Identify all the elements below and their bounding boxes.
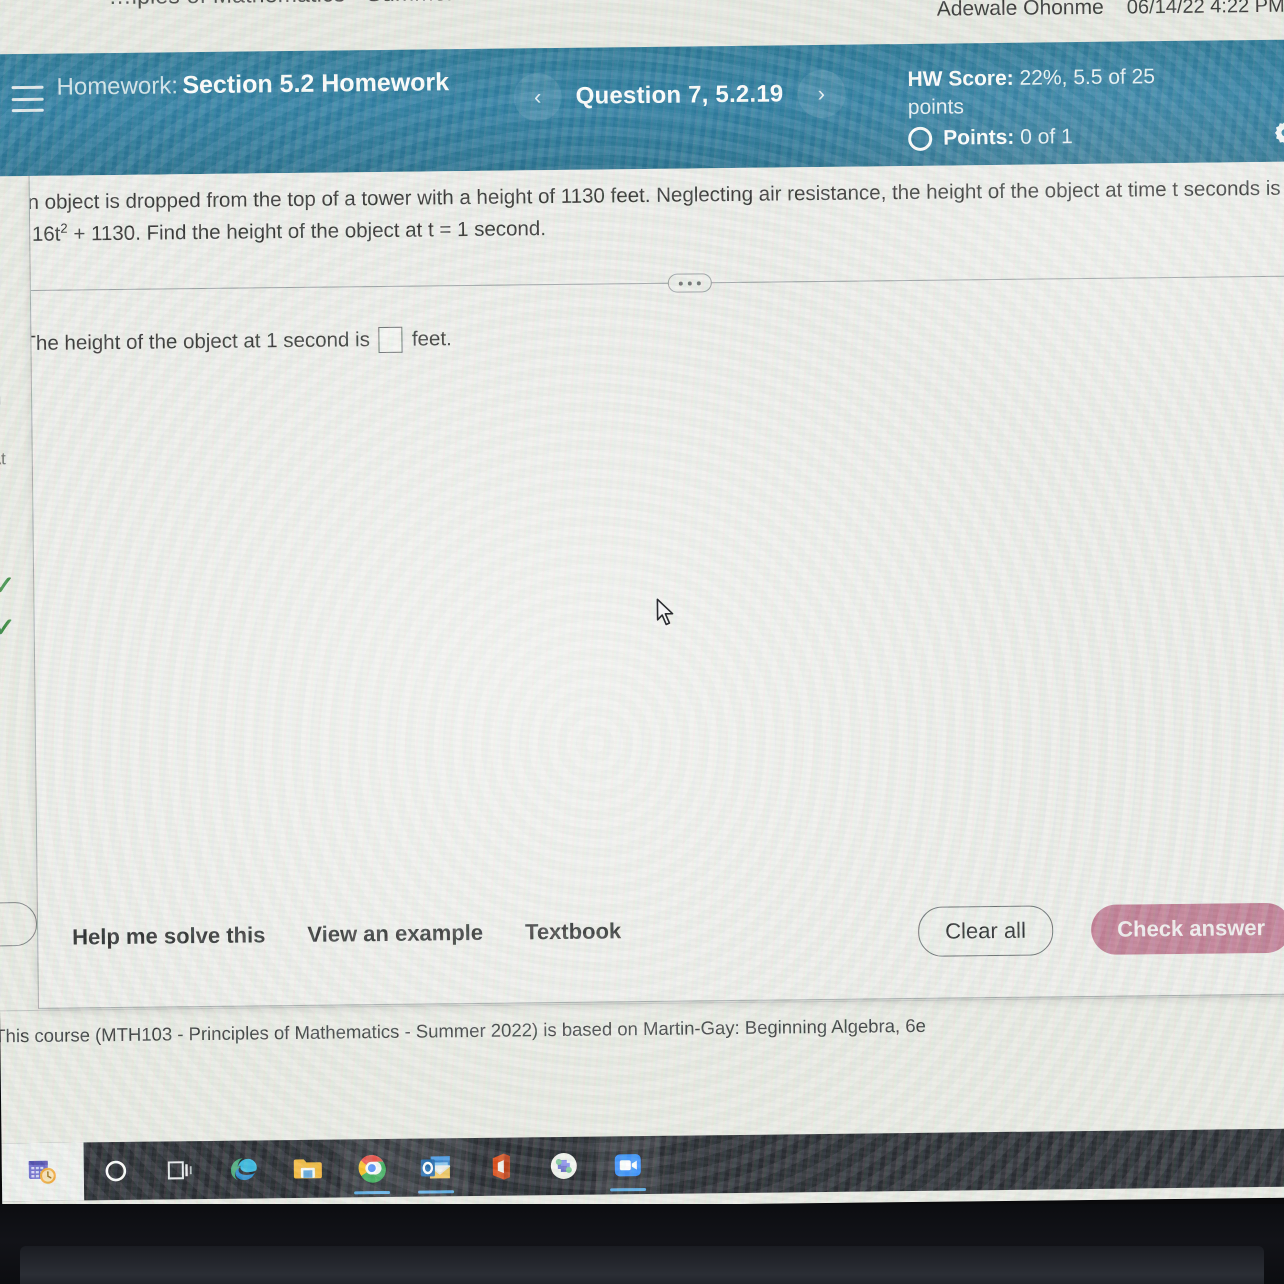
- teams-icon[interactable]: [531, 1137, 596, 1196]
- gear-icon[interactable]: [1272, 120, 1284, 146]
- course-title: …iples of Mathematics - Summer 2022: [108, 0, 513, 10]
- next-question-button[interactable]: ›: [797, 69, 846, 119]
- answer-input[interactable]: [378, 326, 404, 353]
- textbook-button[interactable]: Textbook: [523, 914, 624, 949]
- check-mark-icon: ✓: [0, 570, 16, 601]
- homework-header-bar: Homework: Section 5.2 Homework ‹ Questio…: [0, 39, 1284, 224]
- check-mark-icon: ✓: [0, 612, 16, 643]
- homework-label: Homework:: [56, 72, 179, 101]
- keyboard: [20, 1246, 1264, 1284]
- datetime-stamp: 06/14/22 4:22 PM: [1126, 0, 1284, 19]
- hw-score-label: HW Score:: [907, 66, 1014, 91]
- panel-footer: Help me solve this View an example Textb…: [38, 882, 1284, 1008]
- previous-question-button[interactable]: ‹: [513, 72, 562, 122]
- polynomial-rest: + 1130. Find the height of the object at…: [67, 216, 547, 246]
- question-label: Question 7, 5.2.19: [575, 80, 784, 110]
- points-value: 0 of 1: [1020, 124, 1073, 149]
- bg-fragment: U: [0, 393, 2, 413]
- clear-all-button[interactable]: Clear all: [917, 905, 1054, 957]
- check-answer-button[interactable]: Check answer: [1090, 902, 1284, 955]
- outlook-icon[interactable]: [403, 1138, 469, 1197]
- hamburger-icon[interactable]: [11, 85, 44, 113]
- answer-prompt-post: feet.: [411, 327, 452, 351]
- homework-title: Homework: Section 5.2 Homework: [56, 68, 486, 102]
- points-row: Points: 0 of 1: [908, 123, 1208, 151]
- cortana-icon[interactable]: [84, 1142, 149, 1201]
- answer-prompt: The height of the object at 1 second is …: [29, 326, 452, 357]
- homework-name: Section 5.2 Homework: [182, 68, 450, 100]
- points-label: Points:: [943, 125, 1015, 150]
- course-footer-note: This course (MTH103 - Principles of Math…: [0, 1014, 926, 1047]
- edge-icon[interactable]: [212, 1140, 277, 1199]
- office-icon[interactable]: [467, 1137, 532, 1196]
- task-view-icon[interactable]: [148, 1141, 213, 1200]
- arrow-cursor: [655, 598, 677, 633]
- hw-score-line: HW Score: 22%, 5.5 of 25 points: [907, 63, 1208, 122]
- help-me-solve-this-button[interactable]: Help me solve this: [70, 918, 268, 954]
- answer-prompt-pre: The height of the object at 1 second is: [28, 328, 371, 356]
- bg-fragment: At: [0, 449, 6, 469]
- user-name: Adewale Ohonme: [936, 0, 1104, 21]
- question-text: An object is dropped from the top of a t…: [29, 172, 1284, 250]
- help-links: Help me solve this View an example Textb…: [70, 914, 623, 954]
- ellipsis-divider-icon[interactable]: [667, 273, 712, 293]
- points-text: Points: 0 of 1: [943, 125, 1073, 150]
- points-circle-icon: [908, 126, 933, 151]
- view-an-example-button[interactable]: View an example: [305, 916, 485, 952]
- browser-page: …iples of Mathematics - Summer 2022 Adew…: [0, 0, 1284, 1213]
- section-divider: [28, 275, 1284, 292]
- windows-taskbar: [1, 1128, 1284, 1202]
- weather-widget[interactable]: [1, 1142, 85, 1202]
- chrome-icon[interactable]: [339, 1138, 405, 1198]
- file-explorer-icon[interactable]: [276, 1139, 341, 1198]
- question-navigator: ‹ Question 7, 5.2.19 ›: [513, 69, 846, 122]
- zoom-icon[interactable]: [595, 1135, 661, 1195]
- question-panel: An object is dropped from the top of a t…: [28, 161, 1284, 1009]
- monitor-photo: …iples of Mathematics - Summer 2022 Adew…: [0, 0, 1284, 1284]
- polynomial-term: − 16t: [29, 222, 61, 246]
- score-box: HW Score: 22%, 5.5 of 25 points Points: …: [907, 63, 1208, 151]
